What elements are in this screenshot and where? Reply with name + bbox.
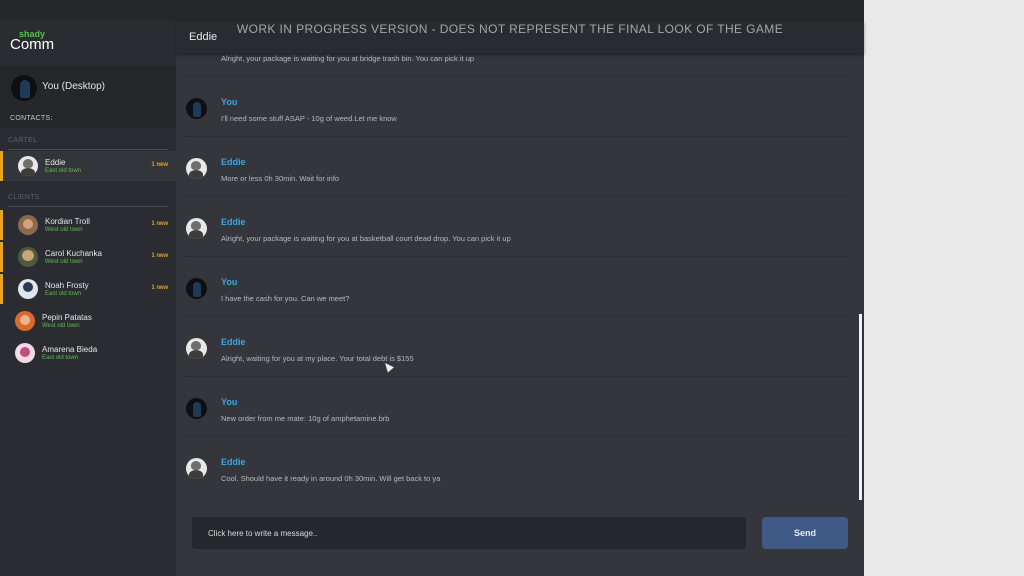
message-item: Eddie Alright, waiting for you at my pla… <box>176 317 864 377</box>
title-bar <box>0 0 864 21</box>
message-input-placeholder: Click here to write a message.. <box>208 529 318 538</box>
message-sender: Eddie <box>221 457 246 467</box>
message-text: Alright, your package is waiting for you… <box>221 54 475 63</box>
contact-noah-frosty[interactable]: Noah Frosty East old town 1 new <box>0 274 176 304</box>
unread-badge: 1 new <box>151 162 168 168</box>
message-list[interactable]: Alright, your package is waiting for you… <box>176 53 864 496</box>
send-button[interactable]: Send <box>762 517 848 549</box>
app-window: shady Comm You (Desktop) CONTACTS: CARTE… <box>0 0 864 576</box>
logo-big-text: Comm <box>10 36 55 53</box>
contact-location: West old town <box>45 259 83 265</box>
contact-avatar <box>18 156 38 176</box>
contact-name: Kordian Troll <box>45 217 90 226</box>
contact-location: West old town <box>45 227 83 233</box>
contact-avatar <box>18 215 38 235</box>
wip-banner: WORK IN PROGRESS VERSION - DOES NOT REPR… <box>236 22 784 36</box>
message-sender: You <box>221 97 238 107</box>
unread-badge: 1 new <box>151 253 168 259</box>
contact-avatar <box>15 311 35 331</box>
group-label-cartel: CARTEL <box>8 137 38 144</box>
contact-location: East old town <box>42 355 79 361</box>
message-item: You I have the cash for you. Can we meet… <box>176 257 864 317</box>
message-item: You New order from me mate: 10g of amphe… <box>176 377 864 437</box>
unread-badge: 1 new <box>151 285 168 291</box>
unread-badge: 1 new <box>151 221 168 227</box>
message-text: I'll need some stuff ASAP - 10g of weed.… <box>221 114 397 123</box>
contact-location: West old town <box>42 323 80 329</box>
message-text: New order from me mate: 10g of amphetami… <box>221 414 390 423</box>
current-user-avatar <box>11 75 37 101</box>
message-scrollbar[interactable] <box>859 314 862 500</box>
contact-kordian-troll[interactable]: Kordian Troll West old town 1 new <box>0 210 176 240</box>
contact-name: Eddie <box>45 158 66 167</box>
message-sender: Eddie <box>221 157 246 167</box>
message-text: Alright, your package is waiting for you… <box>221 234 511 243</box>
sender-avatar <box>186 218 207 239</box>
message-sender: You <box>221 397 238 407</box>
group-divider <box>8 206 168 207</box>
sender-avatar <box>186 458 207 479</box>
message-item: Alright, your package is waiting for you… <box>176 53 864 77</box>
contact-pepin-patatas[interactable]: Pepin Patatas West old town <box>0 306 176 336</box>
contact-eddie[interactable]: Eddie East old town 1 new <box>0 151 176 181</box>
sender-avatar <box>186 98 207 119</box>
message-sender: Eddie <box>221 217 246 227</box>
message-item: Eddie Alright, your package is waiting f… <box>176 197 864 257</box>
contact-carol-kuchanka[interactable]: Carol Kuchanka West old town 1 new <box>0 242 176 272</box>
sidebar: shady Comm You (Desktop) CONTACTS: CARTE… <box>0 21 176 576</box>
message-item: You I'll need some stuff ASAP - 10g of w… <box>176 77 864 137</box>
contact-location: East old town <box>45 168 82 174</box>
sender-avatar <box>186 338 207 359</box>
contact-name: Amarena Bieda <box>42 345 98 354</box>
message-sender: You <box>221 277 238 287</box>
contact-name: Noah Frosty <box>45 281 89 290</box>
message-text: I have the cash for you. Can we meet? <box>221 294 350 303</box>
sender-avatar <box>186 158 207 179</box>
contact-name: Pepin Patatas <box>42 313 92 322</box>
group-label-clients: CLIENTS <box>8 194 40 201</box>
current-user-name: You (Desktop) <box>42 81 105 92</box>
contact-avatar <box>18 279 38 299</box>
contact-avatar <box>18 247 38 267</box>
message-text: Cool. Should have it ready in around 0h … <box>221 474 441 483</box>
contacts-label: CONTACTS: <box>10 115 53 122</box>
message-item: Eddie Cool. Should have it ready in arou… <box>176 437 864 496</box>
group-divider <box>8 149 168 150</box>
contact-avatar <box>15 343 35 363</box>
contact-amarena-bieda[interactable]: Amarena Bieda East old town <box>0 338 176 368</box>
message-text: More or less 0h 30min. Wait for info <box>221 174 340 183</box>
contact-name: Carol Kuchanka <box>45 249 102 258</box>
sender-avatar <box>186 278 207 299</box>
sender-avatar <box>186 398 207 419</box>
contact-location: East old town <box>45 291 82 297</box>
message-sender: Eddie <box>221 337 246 347</box>
message-input[interactable]: Click here to write a message.. <box>192 517 746 549</box>
message-item: Eddie More or less 0h 30min. Wait for in… <box>176 137 864 197</box>
